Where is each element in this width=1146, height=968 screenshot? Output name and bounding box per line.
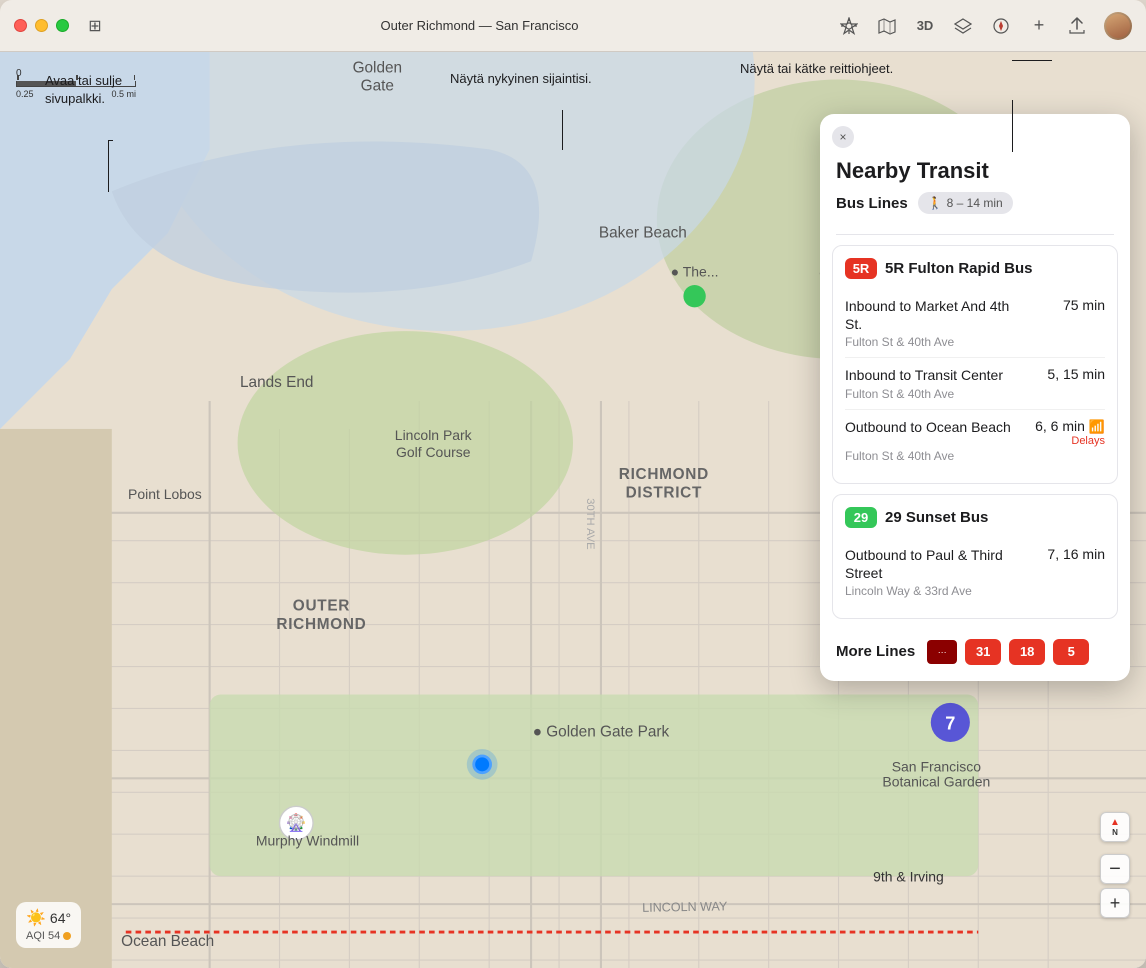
more-badge-5[interactable]: 5 [1053,639,1089,665]
panel-close-button[interactable]: × [832,126,854,148]
delay-icon: 📶 [1089,419,1105,434]
stop-5r-1: Fulton St & 40th Ave [845,335,1105,349]
aqi-value: 54 [48,930,60,942]
stop-5r-2: Fulton St & 40th Ave [845,387,1105,401]
aqi-label: AQI [26,930,45,942]
route-5r-header: 5R 5R Fulton Rapid Bus [845,258,1105,279]
svg-text:● Golden Gate Park: ● Golden Gate Park [533,723,670,740]
more-lines-icon: ··· [927,640,957,664]
svg-text:RICHMOND: RICHMOND [619,466,709,483]
more-lines-row[interactable]: More Lines ··· 31 18 5 [820,629,1130,665]
stop-29-1: Lincoln Way & 33rd Ave [845,584,1105,598]
titlebar: ⊞ Outer Richmond — San Francisco [0,0,1146,52]
minimize-button[interactable] [35,19,48,32]
svg-text:Gate: Gate [361,78,394,95]
walk-time-badge: 🚶 8 – 14 min [918,192,1013,214]
panel-header: Nearby Transit Bus Lines 🚶 8 – 14 min [820,144,1130,224]
svg-text:30TH AVE: 30TH AVE [584,498,596,549]
maximize-button[interactable] [56,19,69,32]
location-icon[interactable] [838,15,860,37]
svg-text:7: 7 [945,713,955,733]
weather-temp: 64° [50,910,71,926]
scale-mid: 0.25 [16,89,34,99]
dest-5r-3: Outbound to Ocean Beach [845,418,1011,436]
schedule-5r-1[interactable]: Inbound to Market And 4th St. 75 min Ful… [845,289,1105,358]
north-indicator[interactable]: ▲ N [1100,812,1130,842]
bus-route-5r[interactable]: 5R 5R Fulton Rapid Bus Inbound to Market… [832,245,1118,484]
bus-route-29[interactable]: 29 29 Sunset Bus Outbound to Paul & Thir… [832,494,1118,619]
north-arrow-red: ▲ [1110,818,1120,828]
route-5r-badge: 5R [845,258,877,279]
svg-text:LINCOLN WAY: LINCOLN WAY [642,899,728,914]
app-window: ⊞ Outer Richmond — San Francisco [0,0,1146,968]
schedule-5r-3[interactable]: Outbound to Ocean Beach 6, 6 min 📶 Delay… [845,410,1105,471]
route-5r-name: 5R Fulton Rapid Bus [885,260,1033,277]
walk-icon: 🚶 [928,196,943,210]
zoom-out-button[interactable]: − [1100,854,1130,884]
svg-text:Murphy Windmill: Murphy Windmill [256,832,359,848]
svg-text:🎡: 🎡 [286,813,307,833]
svg-text:Botanical Garden: Botanical Garden [882,774,990,790]
svg-text:DISTRICT: DISTRICT [626,484,702,501]
svg-text:● The...: ● The... [671,264,719,280]
svg-text:Ocean Beach: Ocean Beach [121,933,214,950]
svg-text:OUTER: OUTER [293,598,350,615]
aqi-indicator [63,932,71,940]
svg-text:Lincoln Park: Lincoln Park [395,427,472,443]
time-5r-1: 75 min [1063,297,1105,313]
map-view-icon[interactable] [876,15,898,37]
more-lines-label: More Lines [836,643,915,660]
bus-lines-label: Bus Lines [836,195,908,212]
route-29-badge: 29 [845,507,877,528]
svg-text:9th & Irving: 9th & Irving [873,869,944,885]
scale-bar: 0 0.25 0.5 mi [16,68,136,99]
more-badge-18[interactable]: 18 [1009,639,1045,665]
svg-text:Lands End: Lands End [240,374,313,391]
transit-panel: × Nearby Transit Bus Lines 🚶 8 – 14 min … [820,114,1130,681]
dest-5r-1: Inbound to Market And 4th St. [845,297,1025,333]
window-title: Outer Richmond — San Francisco [121,18,838,33]
add-icon[interactable]: + [1028,15,1050,37]
traffic-lights [14,19,69,32]
dest-5r-2: Inbound to Transit Center [845,366,1003,384]
more-badge-31[interactable]: 31 [965,639,1001,665]
panel-subtitle-row: Bus Lines 🚶 8 – 14 min [836,192,1114,214]
north-label: N [1112,828,1118,837]
route-29-name: 29 Sunset Bus [885,509,988,526]
three-d-icon[interactable]: 3D [914,15,936,37]
svg-text:San Francisco: San Francisco [892,758,982,774]
time-5r-3: 6, 6 min 📶 [1035,418,1105,435]
map-controls: ▲ N − + [1100,812,1130,918]
schedule-29-1[interactable]: Outbound to Paul & Third Street 7, 16 mi… [845,538,1105,606]
scale-max: 0.5 mi [111,89,136,99]
compass-icon[interactable] [990,15,1012,37]
zoom-in-button[interactable]: + [1100,888,1130,918]
walk-time: 8 – 14 min [947,196,1003,210]
user-avatar[interactable] [1104,12,1132,40]
weather-icon: ☀️ [26,908,46,928]
schedule-5r-2[interactable]: Inbound to Transit Center 5, 15 min Fult… [845,358,1105,409]
time-5r-2: 5, 15 min [1047,366,1105,382]
panel-divider-1 [836,234,1114,235]
svg-text:Golden: Golden [353,60,403,77]
time-29-1: 7, 16 min [1047,546,1105,562]
svg-text:Golf Course: Golf Course [396,444,471,460]
stop-5r-3: Fulton St & 40th Ave [845,449,1105,463]
weather-widget: ☀️ 64° AQI 54 [16,902,81,948]
svg-text:Point Lobos: Point Lobos [128,486,202,502]
time-5r-3-value: 6, 6 min [1035,418,1085,434]
dest-29-1: Outbound to Paul & Third Street [845,546,1025,582]
panel-title: Nearby Transit [836,158,1114,184]
close-button[interactable] [14,19,27,32]
svg-text:RICHMOND: RICHMOND [276,616,366,633]
sidebar-toggle-button[interactable]: ⊞ [81,16,109,36]
share-icon[interactable] [1066,15,1088,37]
layers-icon[interactable] [952,15,974,37]
route-29-header: 29 29 Sunset Bus [845,507,1105,528]
svg-text:Baker Beach: Baker Beach [599,224,687,241]
delay-badge-5r: Delays [1035,435,1105,447]
toolbar-icons: 3D + [838,12,1132,40]
map-container[interactable]: 7 🎡 🌊 🧭 Golden Gate Baker Beach ● The...… [0,52,1146,968]
